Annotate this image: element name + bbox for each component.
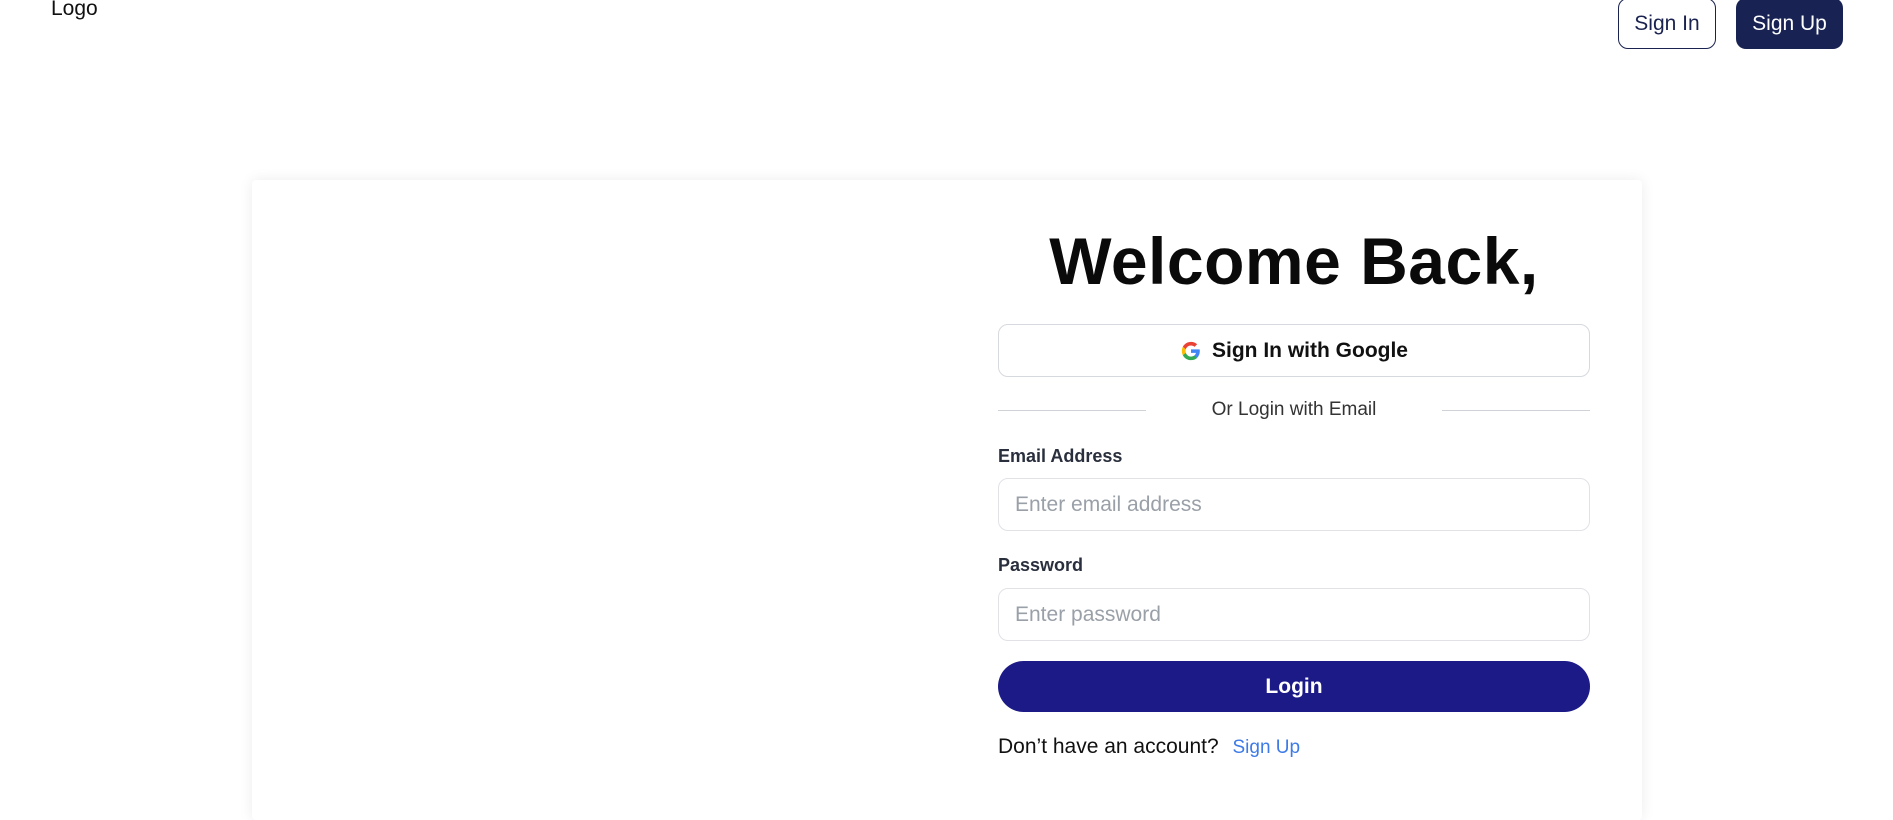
google-sign-in-button[interactable]: Sign In with Google	[998, 324, 1590, 377]
divider-line-left	[998, 409, 1146, 411]
divider-text: Or Login with Email	[1211, 399, 1377, 420]
header-sign-up-button[interactable]: Sign Up	[1736, 0, 1843, 49]
or-divider: Or Login with Email	[998, 398, 1590, 422]
login-button[interactable]: Login	[998, 661, 1590, 712]
password-input[interactable]	[998, 588, 1590, 641]
no-account-text: Don’t have an account?	[998, 735, 1219, 758]
signup-link[interactable]: Sign Up	[1233, 737, 1301, 758]
logo[interactable]: Logo	[51, 0, 98, 21]
divider-line-right	[1441, 409, 1590, 411]
password-label: Password	[998, 555, 1084, 575]
signup-prompt: Don’t have an account? Sign Up	[998, 735, 1300, 759]
top-navigation-bar: Logo Sign In Sign Up	[0, 0, 1893, 60]
email-input[interactable]	[998, 478, 1590, 531]
google-button-label: Sign In with Google	[1212, 338, 1408, 362]
header-sign-in-button[interactable]: Sign In	[1618, 0, 1716, 49]
google-icon	[1180, 340, 1202, 362]
email-label: Email Address	[998, 446, 1123, 466]
page-title: Welcome Back,	[1049, 224, 1539, 298]
